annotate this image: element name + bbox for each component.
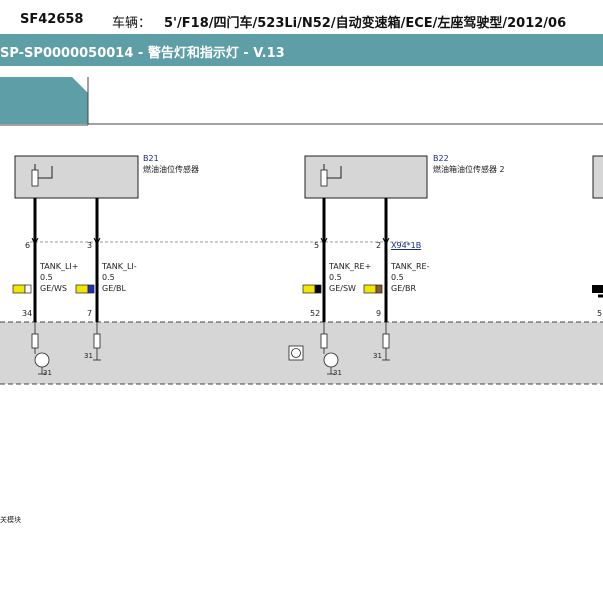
- wire-1-color: GE/WS: [40, 284, 67, 293]
- connector-link[interactable]: X94*1B: [391, 241, 421, 250]
- swatch-ge-sw: [302, 284, 322, 294]
- b22-name: 燃油箱油位传感器 2: [433, 165, 505, 174]
- wire-3-size: 0.5: [329, 273, 342, 282]
- wire-tank-re-plus: [320, 198, 328, 322]
- wire-4-color: GE/BR: [391, 284, 416, 293]
- ground-label-3: 31: [333, 369, 342, 377]
- pin-bottom-1: 34: [22, 309, 33, 318]
- wire-tank-re-minus: [382, 198, 390, 322]
- pin-top-3: 5: [314, 241, 320, 250]
- wire-4-size: 0.5: [391, 273, 404, 282]
- pin-bottom-4: 9: [376, 309, 382, 318]
- b21-id: B21: [143, 154, 159, 163]
- swatch-ge-ws: [12, 284, 32, 294]
- partial-component-box: [592, 155, 603, 199]
- module-name-fragment: 关模块: [0, 516, 21, 524]
- wire-2-size: 0.5: [102, 273, 115, 282]
- pin-bottom-3: 52: [310, 309, 321, 318]
- vehicle-description: 5'/F18/四门车/523Li/N52/自动变速箱/ECE/左座驾驶型/201…: [164, 16, 567, 31]
- ground-label-1: 31: [43, 369, 52, 377]
- wire-tank-li-plus: [31, 198, 39, 322]
- vehicle-label: 车辆：: [112, 16, 152, 31]
- diagram-title: SP-SP0000050014 - 警告灯和指示灯 - V.13: [0, 46, 285, 61]
- ground-label-4: 31: [373, 352, 382, 360]
- pin-top-1: 6: [25, 241, 31, 250]
- diagram-sheet: B21 燃油油位传感器 B22 燃油箱油位传感器 2 6 3 5 2 X94*1…: [0, 66, 603, 609]
- b21-name: 燃油油位传感器: [143, 165, 199, 174]
- wire-tank-li-minus: [93, 198, 101, 322]
- b22-id: B22: [433, 154, 449, 163]
- swatch-ge-br: [363, 284, 383, 294]
- pin-bottom-2: 7: [87, 309, 93, 318]
- wire-4-signal: TANK_RE-: [391, 262, 430, 271]
- pin-top-4: 2: [376, 241, 382, 250]
- wire-1-signal: TANK_LI+: [40, 262, 79, 271]
- pin-top-2: 3: [87, 241, 93, 250]
- ground-label-2: 31: [84, 352, 93, 360]
- swatch-partial-right: [592, 285, 603, 293]
- module-symbol-icon: [288, 345, 304, 361]
- order-number: SF42658: [20, 12, 84, 27]
- wire-3-color: GE/SW: [329, 284, 356, 293]
- diagram-title-bar: SP-SP0000050014 - 警告灯和指示灯 - V.13: [0, 34, 603, 66]
- tab-shape: [0, 77, 88, 124]
- pin-edge: 5: [597, 309, 603, 318]
- swatch-ge-bl: [75, 284, 95, 294]
- sensor-b22-resistor: [320, 169, 328, 187]
- wire-3-signal: TANK_RE+: [329, 262, 372, 271]
- wiring-diagram: [0, 77, 603, 385]
- sensor-b21-resistor: [31, 169, 39, 187]
- header-bar: SF42658 车辆： 5'/F18/四门车/523Li/N52/自动变速箱/E…: [0, 0, 603, 34]
- wire-2-color: GE/BL: [102, 284, 126, 293]
- wire-2-signal: TANK_LI-: [102, 262, 137, 271]
- wire-1-size: 0.5: [40, 273, 53, 282]
